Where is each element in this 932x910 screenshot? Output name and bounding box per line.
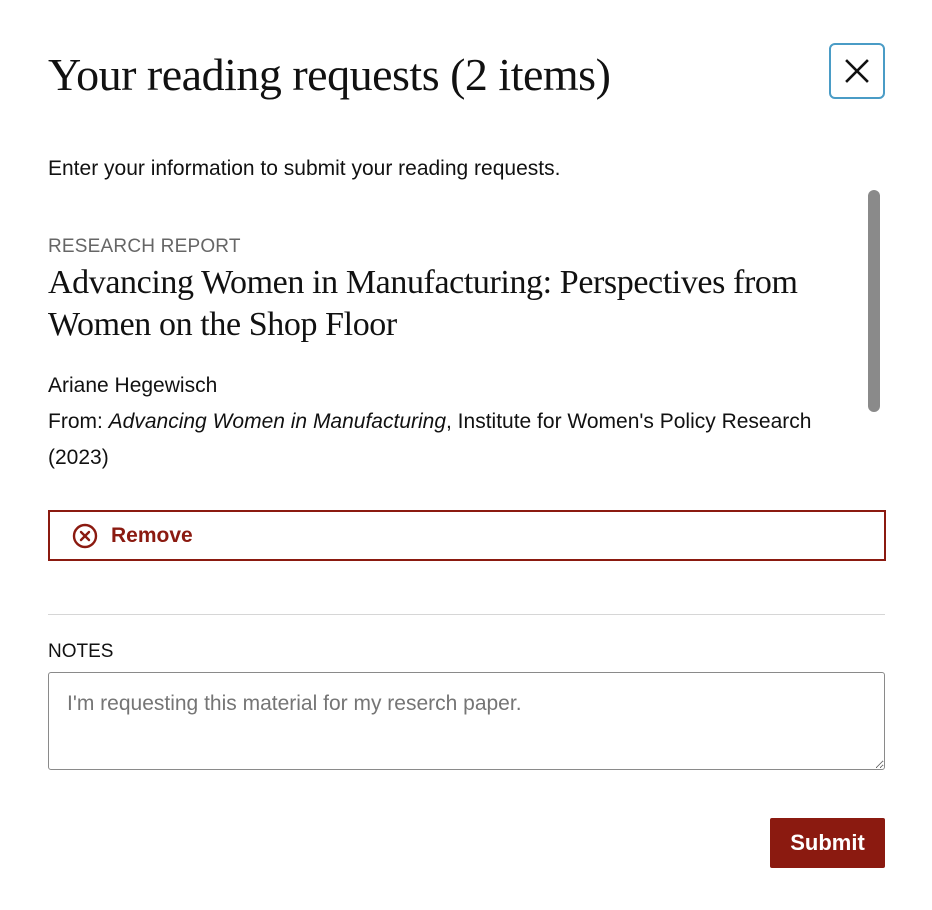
item-title: Advancing Women in Manufacturing: Perspe… (48, 264, 798, 343)
close-icon (845, 59, 869, 83)
reading-requests-modal: Your reading requests (2 items) Enter yo… (0, 0, 932, 910)
remove-label: Remove (111, 523, 193, 547)
item-source-work: Advancing Women in Manufacturing (108, 410, 447, 433)
modal-title: Your reading requests (2 items) (48, 49, 611, 100)
notes-label: NOTES (48, 641, 114, 662)
divider (48, 614, 885, 615)
notes-textarea[interactable] (48, 672, 885, 770)
item-author: Ariane Hegewisch (48, 374, 218, 397)
request-list[interactable]: RESEARCH REPORT Advancing Women in Manuf… (48, 190, 886, 590)
circle-x-icon (72, 523, 98, 549)
item-type-label: RESEARCH REPORT (48, 236, 241, 257)
scrollbar-thumb[interactable] (868, 190, 880, 412)
item-source: From: Advancing Women in Manufacturing, … (48, 404, 828, 476)
intro-text: Enter your information to submit your re… (48, 157, 561, 180)
close-button[interactable] (829, 43, 885, 99)
submit-button[interactable]: Submit (770, 818, 885, 868)
remove-button[interactable]: Remove (48, 510, 886, 561)
item-source-prefix: From: (48, 410, 109, 433)
